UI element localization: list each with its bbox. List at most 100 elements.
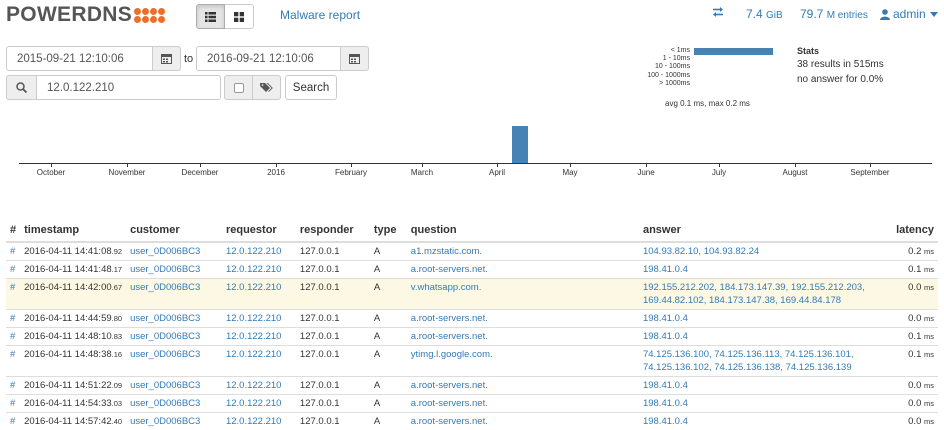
timestamp-cell: 2016-04-11 14:57:42.40 [20,413,126,430]
timeline-bar[interactable] [512,126,528,163]
requestor-link[interactable]: 12.0.122.210 [226,349,281,360]
requestor-link[interactable]: 12.0.122.210 [226,380,281,391]
answer-link[interactable]: 192.155.212.202, 184.173.147.39, 192.155… [643,282,865,306]
column-header-latency[interactable]: latency [874,222,938,242]
question-link[interactable]: a1.mzstatic.com. [411,246,482,257]
entries-count[interactable]: 79.7 M entries [800,7,868,21]
exchange-icon[interactable] [712,6,724,21]
answer-link[interactable]: 74.125.136.100, 74.125.136.113, 74.125.1… [643,349,854,373]
type-cell: A [370,279,407,310]
table-row[interactable]: #2016-04-11 14:41:08.92user_0D006BC312.0… [6,242,938,261]
type-cell: A [370,395,407,413]
from-date-group: 2015-09-21 12:10:06 [6,46,181,71]
column-header-timestamp[interactable]: timestamp [20,222,126,242]
column-header-hash[interactable]: # [6,222,20,242]
question-link[interactable]: ytimg.l.google.com. [411,349,493,360]
from-calendar-button[interactable] [153,46,181,71]
question-link[interactable]: v.whatsapp.com. [411,282,482,293]
customer-link[interactable]: user_0D006BC3 [130,398,200,409]
table-row[interactable]: #2016-04-11 14:48:38.16user_0D006BC312.0… [6,346,938,377]
row-permalink[interactable]: # [10,416,15,427]
row-permalink[interactable]: # [10,264,15,275]
customer-link[interactable]: user_0D006BC3 [130,380,200,391]
table-row[interactable]: #2016-04-11 14:57:42.40 user_0D006BC3 12.0… [6,413,938,430]
column-header-answer[interactable]: answer [639,222,874,242]
search-addon [6,75,36,100]
malware-report-link[interactable]: Malware report [280,8,360,22]
table-row[interactable]: #2016-04-11 14:51:22.09user_0D006BC312.0… [6,377,938,395]
column-header-question[interactable]: question [407,222,639,242]
row-permalink[interactable]: # [10,349,15,360]
question-link[interactable]: a.root-servers.net. [411,331,488,342]
timeline-tick [646,163,647,167]
stats-results: 38 results in 515ms [797,59,884,70]
question-link[interactable]: a.root-servers.net. [411,398,488,409]
from-date-input[interactable]: 2015-09-21 12:10:06 [6,46,153,71]
requestor-link[interactable]: 12.0.122.210 [226,246,281,257]
requestor-link[interactable]: 12.0.122.210 [226,416,281,427]
row-permalink[interactable]: # [10,380,15,391]
requestor-link[interactable]: 12.0.122.210 [226,264,281,275]
requestor-link[interactable]: 12.0.122.210 [226,398,281,409]
storage-size[interactable]: 7.4 GiB [746,7,783,21]
entries-unit: M entries [827,10,868,21]
answer-link[interactable]: 198.41.0.4 [643,313,688,324]
query-input[interactable]: 12.0.122.210 [36,75,221,100]
powerdns-logo[interactable]: POWERDNS [6,4,165,26]
to-date-input[interactable]: 2016-09-21 12:10:06 [196,46,341,71]
table-row[interactable]: #2016-04-11 14:48:10.83user_0D006BC312.0… [6,328,938,346]
table-row[interactable]: #2016-04-11 14:44:59.80user_0D006BC312.0… [6,310,938,328]
question-link[interactable]: a.root-servers.net. [411,264,488,275]
latency-value: 0.1 [908,331,921,342]
table-row[interactable]: #2016-04-11 14:41:48.17user_0D006BC312.0… [6,261,938,279]
grid-view-button[interactable] [225,4,254,29]
customer-link[interactable]: user_0D006BC3 [130,282,200,293]
row-permalink[interactable]: # [10,246,15,257]
user-name: admin [893,7,926,21]
row-permalink[interactable]: # [10,313,15,324]
timestamp-fraction: .17 [112,265,122,274]
answer-link[interactable]: 198.41.0.4 [643,264,688,275]
customer-link[interactable]: user_0D006BC3 [130,416,200,427]
timestamp: 2016-04-11 14:54:33 [24,398,112,409]
row-permalink[interactable]: # [10,398,15,409]
column-header-requestor[interactable]: requestor [222,222,296,242]
customer-link[interactable]: user_0D006BC3 [130,349,200,360]
row-permalink[interactable]: # [10,282,15,293]
customer-link[interactable]: user_0D006BC3 [130,246,200,257]
question-link[interactable]: a.root-servers.net. [411,416,488,427]
customer-link[interactable]: user_0D006BC3 [130,331,200,342]
table-row[interactable]: #2016-04-11 14:42:00.67user_0D006BC312.0… [6,279,938,310]
answer-link[interactable]: 198.41.0.4 [643,416,688,427]
column-header-customer[interactable]: customer [126,222,222,242]
requestor-link[interactable]: 12.0.122.210 [226,331,281,342]
timestamp: 2016-04-11 14:51:22 [24,380,112,391]
table-row[interactable]: #2016-04-11 14:54:33.03user_0D006BC312.0… [6,395,938,413]
customer-link[interactable]: user_0D006BC3 [130,264,200,275]
answer-link[interactable]: 104.93.82.10, 104.93.82.24 [643,246,759,257]
requestor-link[interactable]: 12.0.122.210 [226,282,281,293]
latency-value: 0.1 [908,264,921,275]
user-menu[interactable]: admin [880,7,938,21]
answer-link[interactable]: 198.41.0.4 [643,331,688,342]
tags-button[interactable] [252,75,281,100]
question-link[interactable]: a.root-servers.net. [411,313,488,324]
tag-checkbox-addon[interactable] [224,75,252,100]
search-button[interactable]: Search [285,75,337,100]
customer-link[interactable]: user_0D006BC3 [130,313,200,324]
list-view-button[interactable] [196,4,225,29]
latency-cell: 0.0 ms [874,413,938,430]
tag-checkbox[interactable] [234,83,244,93]
timestamp: 2016-04-11 14:57:42 [24,416,112,427]
timeline-month-label: May [562,168,577,177]
row-permalink[interactable]: # [10,331,15,342]
latency-value: 0.0 [908,313,921,324]
timeline-tick [570,163,571,167]
answer-link[interactable]: 198.41.0.4 [643,398,688,409]
answer-link[interactable]: 198.41.0.4 [643,380,688,391]
column-header-type[interactable]: type [370,222,407,242]
question-link[interactable]: a.root-servers.net. [411,380,488,391]
to-calendar-button[interactable] [341,46,369,71]
column-header-responder[interactable]: responder [296,222,370,242]
requestor-link[interactable]: 12.0.122.210 [226,313,281,324]
